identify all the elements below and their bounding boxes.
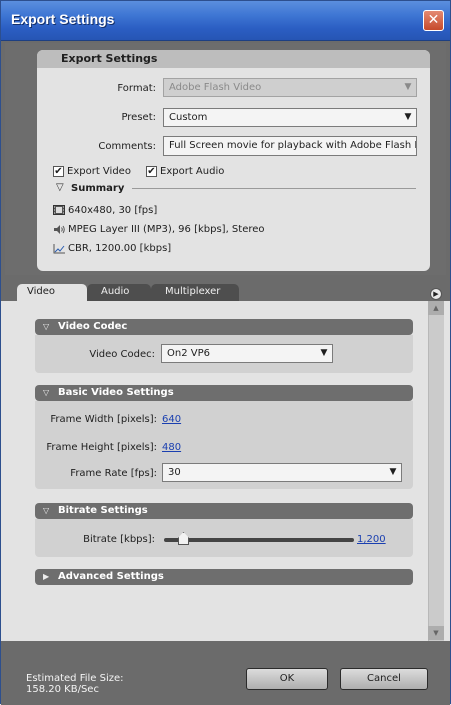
bitrate-collapse-icon[interactable]: ▽: [43, 503, 49, 519]
estimated-file-size: Estimated File Size: 158.20 KB/Sec: [26, 673, 124, 695]
frame-rate-dropdown-arrow-icon[interactable]: ▼: [385, 464, 401, 481]
film-icon: [53, 205, 65, 218]
advanced-heading: Advanced Settings: [58, 571, 164, 582]
preset-label: Preset:: [121, 112, 156, 123]
estimated-file-size-value: 158.20 KB/Sec: [26, 684, 99, 695]
scroll-up-icon[interactable]: ▲: [428, 301, 444, 315]
frame-rate-dropdown[interactable]: 30 ▼: [162, 463, 402, 482]
format-dropdown-arrow-icon[interactable]: ▼: [400, 79, 416, 96]
basic-video-collapse-icon[interactable]: ▽: [43, 385, 49, 401]
preset-value: Custom: [169, 112, 208, 123]
format-value: Adobe Flash Video: [169, 82, 262, 93]
preset-dropdown-arrow-icon[interactable]: ▼: [400, 109, 416, 126]
summary-video: 640x480, 30 [fps]: [68, 205, 158, 216]
frame-width-value[interactable]: 640: [162, 414, 181, 425]
summary-bitrate: CBR, 1200.00 [kbps]: [68, 243, 172, 254]
comments-value: Full Screen movie for playback with Adob…: [169, 140, 417, 151]
tab-audio[interactable]: Audio: [87, 284, 151, 301]
video-codec-heading: Video Codec: [58, 321, 128, 332]
frame-height-value[interactable]: 480: [162, 442, 181, 453]
basic-video-header[interactable]: ▽ Basic Video Settings: [35, 385, 413, 401]
export-video-checkbox[interactable]: ✔: [53, 166, 64, 177]
export-audio-label[interactable]: Export Audio: [160, 166, 224, 177]
export-settings-window: Export Settings ✕ Export Settings Format…: [0, 0, 451, 705]
summary-heading[interactable]: Summary: [71, 183, 124, 194]
summary-collapse-icon[interactable]: ▽: [56, 182, 64, 193]
frame-width-label: Frame Width [pixels]:: [50, 414, 157, 425]
panel-menu-icon[interactable]: ▶: [430, 288, 442, 300]
bitrate-label: Bitrate [kbps]:: [83, 534, 155, 545]
export-audio-checkbox[interactable]: ✔: [146, 166, 157, 177]
frame-rate-value: 30: [168, 467, 181, 478]
tab-video[interactable]: Video: [17, 284, 87, 301]
advanced-header[interactable]: ▶ Advanced Settings: [35, 569, 413, 585]
format-dropdown[interactable]: Adobe Flash Video ▼: [163, 78, 417, 97]
close-button[interactable]: ✕: [423, 10, 444, 31]
basic-video-heading: Basic Video Settings: [58, 387, 174, 398]
export-settings-header: Export Settings: [37, 50, 430, 68]
frame-rate-label: Frame Rate [fps]:: [70, 468, 157, 479]
video-codec-collapse-icon[interactable]: ▽: [43, 319, 49, 335]
bitrate-icon: [53, 243, 66, 257]
bitrate-heading: Bitrate Settings: [58, 505, 148, 516]
advanced-expand-icon[interactable]: ▶: [43, 569, 49, 585]
video-codec-label: Video Codec:: [89, 349, 155, 360]
window-title: Export Settings: [11, 11, 115, 27]
export-video-label[interactable]: Export Video: [67, 166, 131, 177]
summary-audio: MPEG Layer III (MP3), 96 [kbps], Stereo: [68, 224, 265, 235]
bitrate-value[interactable]: 1,200: [357, 534, 386, 545]
export-settings-heading: Export Settings: [61, 52, 158, 65]
title-bar[interactable]: Export Settings ✕: [1, 1, 450, 41]
ok-button[interactable]: OK: [246, 668, 328, 690]
tab-multiplexer[interactable]: Multiplexer: [151, 284, 239, 301]
preset-dropdown[interactable]: Custom ▼: [163, 108, 417, 127]
frame-height-label: Frame Height [pixels]:: [46, 442, 157, 453]
video-codec-dropdown-arrow-icon[interactable]: ▼: [316, 345, 332, 362]
bitrate-header[interactable]: ▽ Bitrate Settings: [35, 503, 413, 519]
comments-field[interactable]: Full Screen movie for playback with Adob…: [163, 136, 417, 156]
estimated-file-size-label: Estimated File Size:: [26, 673, 124, 684]
video-codec-dropdown[interactable]: On2 VP6 ▼: [161, 344, 333, 363]
format-label: Format:: [117, 83, 156, 94]
video-codec-value: On2 VP6: [167, 348, 210, 359]
speaker-icon: [53, 224, 66, 238]
cancel-button[interactable]: Cancel: [340, 668, 428, 690]
bitrate-slider-track[interactable]: [164, 538, 354, 542]
vertical-scrollbar[interactable]: [428, 301, 444, 641]
comments-label: Comments:: [98, 141, 156, 152]
video-codec-header[interactable]: ▽ Video Codec: [35, 319, 413, 335]
scroll-down-icon[interactable]: ▼: [428, 626, 444, 640]
summary-divider: [132, 188, 416, 189]
